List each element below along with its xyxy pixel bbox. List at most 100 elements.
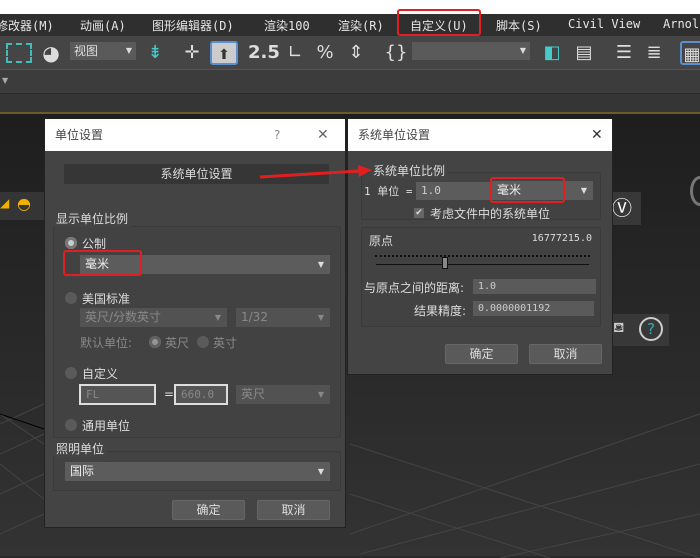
custom-unit-value: 英尺	[241, 387, 266, 401]
menu-civil-view[interactable]: Civil View	[568, 17, 640, 31]
main-toolbar: ◕ 视图 ▼ ⇟ ✛ ⬆ 2.5 ∟ % ⇕ {} ▼ ◧ ▤ ☰ ≣ ▦	[0, 36, 700, 70]
us-standard-label: 美国标准	[82, 292, 131, 306]
custom-unit-dropdown[interactable]: 英尺 ▼	[236, 385, 330, 404]
select-region-icon[interactable]	[6, 43, 32, 63]
view-dropdown-value: 视图	[74, 44, 99, 58]
layer-explorer-icon[interactable]: ≣	[642, 41, 666, 65]
units-dialog-titlebar: 单位设置 ? ✕	[45, 119, 345, 151]
distance-input[interactable]: 1.0	[473, 279, 596, 294]
percent-snap-icon[interactable]: %	[312, 41, 338, 65]
fraction-dropdown[interactable]: 1/32 ▼	[236, 308, 330, 327]
slider-ticks	[375, 255, 590, 257]
ok-button[interactable]: 确定	[172, 500, 245, 520]
move-icon[interactable]: ✛	[180, 41, 204, 65]
default-feet-label: 英尺	[165, 336, 190, 350]
system-scale-label: 系统单位比例	[370, 162, 449, 179]
highlight-metric-unit	[63, 250, 142, 276]
origin-slider-thumb[interactable]	[442, 257, 448, 269]
origin-label: 原点	[369, 234, 394, 248]
ok-button[interactable]: 确定	[445, 344, 518, 364]
respect-units-checkbox[interactable]: ✔	[414, 208, 424, 218]
precision-value: 0.0000001192	[473, 301, 594, 316]
edit-named-selection-icon[interactable]: {}	[384, 41, 408, 65]
generic-units-radio[interactable]	[65, 419, 77, 431]
default-feet-radio[interactable]	[149, 336, 161, 348]
custom-radio[interactable]	[65, 367, 77, 379]
expand-arrow-icon[interactable]: ▼	[2, 76, 8, 85]
display-unit-group-label: 显示单位比例	[53, 210, 132, 227]
chevron-down-icon: ▼	[317, 390, 324, 399]
chevron-down-icon: ▼	[580, 186, 587, 195]
metric-radio[interactable]	[65, 237, 77, 249]
close-button[interactable]: ✕	[317, 119, 329, 151]
menu-animation[interactable]: 动画(A)	[80, 17, 126, 34]
distance-label: 与原点之间的距离:	[364, 281, 465, 295]
highlight-customize	[397, 9, 481, 36]
dialog-title: 单位设置	[55, 128, 104, 142]
us-unit-dropdown[interactable]: 英尺/分数英寸 ▼	[80, 308, 227, 327]
origin-value: 16777215.0	[531, 233, 592, 244]
select-manipulate-icon[interactable]: ⬆	[210, 41, 238, 65]
angle-snap-icon[interactable]: ∟	[282, 41, 308, 65]
us-unit-value: 英尺/分数英寸	[85, 310, 162, 324]
toolbar-spacer	[0, 94, 700, 112]
default-inch-label: 英寸	[213, 336, 238, 350]
secondary-toolbar: ▼	[0, 70, 700, 94]
equals-sign: =	[164, 387, 175, 401]
highlight-system-unit	[490, 177, 565, 203]
named-selection-dropdown[interactable]: ▼	[412, 42, 530, 60]
system-dialog-titlebar: 系统单位设置 ✕	[348, 119, 612, 151]
spinner-snap-icon[interactable]: ⇕	[344, 41, 368, 65]
chevron-down-icon: ▼	[214, 313, 221, 322]
mirror-icon[interactable]: ◧	[540, 41, 564, 65]
unit-value-input[interactable]: 1.0	[416, 182, 492, 200]
precision-label: 结果精度:	[414, 304, 467, 318]
menu-bar: 修改器(M) 动画(A) 图形编辑器(D) 渲染100 渲染(R) 自定义(U)…	[0, 14, 700, 36]
custom-value-input[interactable]: 660.0	[174, 384, 228, 405]
dialog-title: 系统单位设置	[358, 128, 431, 142]
ribbon-icon[interactable]: ▦	[680, 41, 700, 65]
menu-modifiers[interactable]: 修改器(M)	[0, 17, 54, 34]
cancel-button[interactable]: 取消	[529, 344, 602, 364]
default-unit-label: 默认单位:	[80, 336, 133, 350]
help-button[interactable]: ?	[274, 119, 280, 151]
custom-label: 自定义	[82, 367, 119, 381]
selection-filter-icon[interactable]: ◕	[38, 41, 64, 65]
annotation-arrow-icon	[259, 165, 372, 179]
chevron-down-icon: ▼	[317, 467, 324, 476]
align-icon[interactable]: ▤	[572, 41, 596, 65]
viewport-help-bar: ⛾ ?	[611, 314, 669, 346]
generic-units-label: 通用单位	[82, 419, 131, 433]
lighting-units-dropdown[interactable]: 国际 ▼	[65, 462, 330, 481]
light-icon[interactable]: ◢	[0, 196, 9, 210]
viewport-toolbar-left: ◢ ◓	[0, 192, 44, 220]
snap-toggle-icon[interactable]: 2.5	[248, 41, 280, 65]
origin-slider-track[interactable]	[376, 264, 589, 265]
menu-graph-editors[interactable]: 图形编辑器(D)	[152, 17, 234, 34]
snap-label: 2.5	[248, 42, 280, 63]
default-inch-radio[interactable]	[197, 336, 209, 348]
chevron-down-icon: ▼	[317, 313, 324, 322]
percent-label: %	[316, 42, 334, 63]
view-dropdown[interactable]: 视图 ▼	[70, 42, 136, 60]
lighting-units-label: 照明单位	[53, 440, 108, 457]
pivot-icon[interactable]: ⇟	[142, 41, 168, 65]
chevron-down-icon: ▼	[317, 260, 324, 269]
teapot-icon[interactable]: ⛾	[613, 320, 624, 338]
menu-rendering[interactable]: 渲染(R)	[338, 17, 384, 34]
lighting-units-value: 国际	[70, 464, 95, 478]
sun-dome-icon[interactable]: ◓	[17, 194, 31, 213]
us-standard-radio[interactable]	[65, 292, 77, 304]
menu-scripting[interactable]: 脚本(S)	[496, 17, 542, 34]
close-button[interactable]: ✕	[591, 119, 603, 151]
cancel-button[interactable]: 取消	[257, 500, 330, 520]
system-unit-setup-dialog: 系统单位设置 ✕ 系统单位比例 1 单位 = 1.0 毫米 ▼ ✔ 考虑文件中的系…	[347, 118, 613, 375]
custom-name-input[interactable]: FL	[79, 384, 156, 405]
top-strip	[0, 0, 700, 14]
menu-arnold[interactable]: Arnol	[663, 17, 699, 31]
fraction-value: 1/32	[241, 310, 268, 324]
scene-explorer-icon[interactable]: ☰	[612, 41, 636, 65]
respect-units-label: 考虑文件中的系统单位	[430, 207, 551, 221]
menu-render100[interactable]: 渲染100	[264, 17, 310, 34]
help-icon[interactable]: ?	[639, 317, 663, 341]
